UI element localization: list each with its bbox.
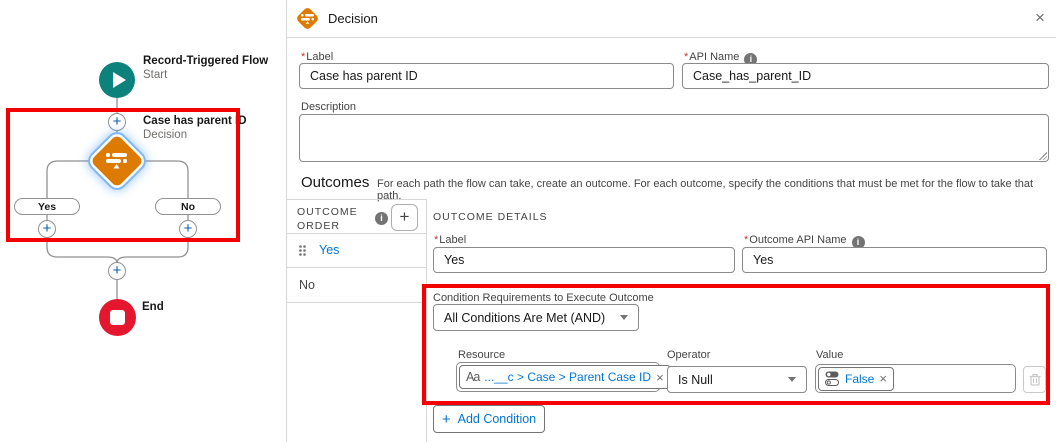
chevron-down-icon <box>620 315 628 320</box>
plus-icon: + <box>442 411 451 428</box>
condition-requirements-label: Condition Requirements to Execute Outcom… <box>433 292 654 304</box>
panel-title: Decision <box>328 11 378 26</box>
description-textarea[interactable] <box>299 114 1049 162</box>
text-type-icon: Aa <box>466 370 479 384</box>
outcome-order-right-border <box>426 199 427 442</box>
play-icon <box>113 72 126 88</box>
outcome-order-item-yes[interactable]: Yes <box>287 233 426 267</box>
trash-icon <box>1029 373 1041 386</box>
flow-builder-screen: Record-Triggered Flow Start + Case has p… <box>0 0 1056 442</box>
outcome-order-top-border <box>287 199 427 200</box>
delete-condition-button[interactable] <box>1023 366 1046 393</box>
header-divider <box>287 37 1056 38</box>
outcome-details-heading: OUTCOME DETAILS <box>433 211 548 223</box>
decision-icon <box>106 153 128 169</box>
outcome-label-field-label: *Label <box>434 234 466 246</box>
chevron-down-icon <box>788 377 796 382</box>
add-outcome-button[interactable]: + <box>391 204 418 231</box>
label-input[interactable] <box>299 63 674 89</box>
plus-connector-icon[interactable]: + <box>108 113 126 131</box>
outcome-order-item-no[interactable]: No <box>287 267 426 302</box>
operator-field-label: Operator <box>667 349 710 361</box>
api-name-input[interactable] <box>682 63 1049 89</box>
resource-field-label: Resource <box>458 349 505 361</box>
description-field-label: Description <box>301 101 356 113</box>
plus-connector-icon[interactable]: + <box>38 220 56 238</box>
value-field-label: Value <box>816 349 843 361</box>
add-condition-button[interactable]: + Add Condition <box>433 405 545 433</box>
remove-pill-icon[interactable]: × <box>656 370 664 385</box>
toggle-icon <box>825 371 840 386</box>
close-icon[interactable]: × <box>1035 8 1045 28</box>
outcome-order-item-label: Yes <box>319 243 339 257</box>
resource-pill[interactable]: Aa ...__c > Case > Parent Case ID × <box>459 365 671 389</box>
info-icon[interactable]: i <box>375 212 388 225</box>
resource-pill-label: ...__c > Case > Parent Case ID <box>484 370 651 384</box>
description-field[interactable] <box>299 114 1049 162</box>
operator-value: Is Null <box>678 373 713 387</box>
condition-requirements-value: All Conditions Are Met (AND) <box>444 311 605 325</box>
label-field-label: *Label <box>301 51 333 63</box>
value-pill-label: False <box>845 372 874 386</box>
start-node[interactable] <box>99 62 135 98</box>
condition-requirements-dropdown[interactable]: All Conditions Are Met (AND) <box>433 304 639 331</box>
outcome-api-name-input[interactable] <box>742 247 1047 273</box>
branch-pill-no[interactable]: No <box>155 198 221 215</box>
add-condition-label: Add Condition <box>458 412 537 426</box>
outcome-api-name-field[interactable] <box>742 247 1047 273</box>
label-field[interactable] <box>299 63 674 89</box>
decision-node[interactable] <box>94 138 140 184</box>
resource-field[interactable]: Aa ...__c > Case > Parent Case ID × <box>456 362 660 392</box>
divider <box>287 302 426 303</box>
outcome-order-heading: OUTCOME ORDER <box>297 205 359 233</box>
operator-dropdown[interactable]: Is Null <box>667 366 807 393</box>
drag-handle-icon[interactable] <box>299 245 306 256</box>
outcome-label-input[interactable] <box>433 247 735 273</box>
decision-icon <box>297 8 319 30</box>
end-icon <box>110 310 125 325</box>
outcomes-help-text: For each path the flow can take, create … <box>377 178 1047 202</box>
value-field[interactable]: False × <box>815 364 1016 393</box>
outcomes-heading: Outcomes <box>301 174 369 191</box>
plus-connector-icon[interactable]: + <box>108 262 126 280</box>
branch-pill-yes[interactable]: Yes <box>14 198 80 215</box>
plus-connector-icon[interactable]: + <box>179 220 197 238</box>
end-node[interactable] <box>99 299 136 336</box>
resize-handle[interactable] <box>1039 152 1047 160</box>
api-name-field[interactable] <box>682 63 1049 89</box>
outcome-label-field[interactable] <box>433 247 735 273</box>
decision-edit-panel: Decision × *Label *API Namei Description… <box>286 0 1056 442</box>
value-pill[interactable]: False × <box>818 367 894 391</box>
remove-pill-icon[interactable]: × <box>879 371 887 386</box>
outcome-order-item-label: No <box>299 278 315 292</box>
